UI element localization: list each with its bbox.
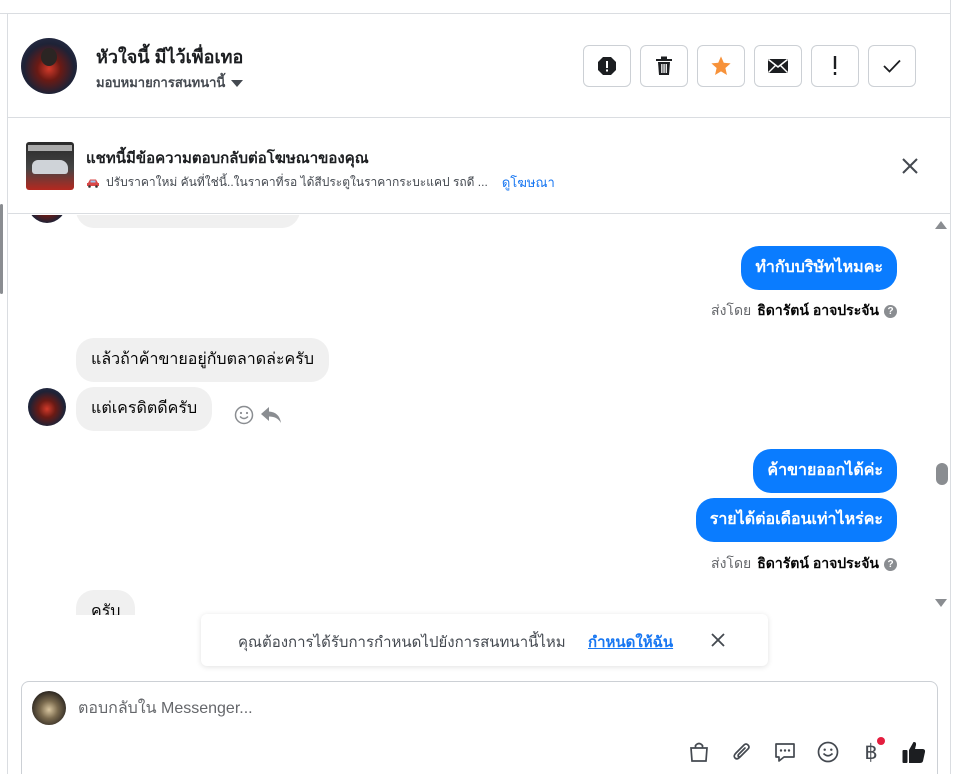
assign-conversation-dropdown[interactable]: มอบหมายการสนทนานี้ (96, 72, 244, 93)
outgoing-message[interactable]: ทำกับบริษัทไหมคะ (741, 246, 897, 290)
conversation-toolbar (583, 45, 916, 87)
incoming-message-partial[interactable]: ครับ (76, 590, 136, 615)
mark-unread-button[interactable] (754, 45, 802, 87)
ad-banner-title: แชทนี้มีข้อความตอบกลับต่อโฆษณาของคุณ (86, 150, 369, 167)
reply-input[interactable] (78, 696, 898, 722)
toast-close-button[interactable] (708, 630, 728, 650)
sent-by-line: ส่งโดย ธิดารัตน์ อาจประจัน ? (711, 553, 897, 575)
paperclip-icon (733, 743, 750, 760)
chat-bubble-icon (775, 743, 795, 762)
star-button[interactable] (697, 45, 745, 87)
payment-button[interactable]: ฿ (856, 737, 886, 767)
contact-message-avatar[interactable] (28, 388, 66, 426)
assign-to-me-link[interactable]: กำหนดให้ฉัน (588, 630, 673, 654)
conversation-header: หัวใจนี้ มีไว้เพื่อเทอ มอบหมายการสนทนานี… (8, 14, 950, 118)
sent-by-label: ส่งโดย (711, 555, 752, 571)
emoji-button[interactable] (813, 737, 843, 767)
page-avatar (32, 691, 66, 725)
message-thread[interactable]: ทำกับบริษัทไหมคะ ส่งโดย ธิดารัตน์ อาจประ… (8, 215, 950, 615)
like-button[interactable] (899, 737, 929, 767)
assign-prompt-text: คุณต้องการได้รับการกำหนดไปยังการสนทนานี้… (238, 634, 566, 651)
sent-by-name[interactable]: ธิดารัตน์ อาจประจัน (757, 553, 879, 575)
contact-name[interactable]: หัวใจนี้ มีไว้เพื่อเทอ (96, 42, 243, 71)
thumbs-up-icon (902, 741, 926, 763)
contact-message-avatar[interactable] (28, 215, 66, 223)
caret-down-icon (231, 80, 244, 88)
window-top-edge (0, 0, 958, 14)
ad-banner-close-button[interactable] (898, 154, 922, 178)
message-actions (234, 405, 282, 425)
help-icon[interactable]: ? (884, 557, 897, 571)
smiley-react-icon[interactable] (234, 405, 254, 425)
trash-icon (656, 56, 672, 75)
follow-up-button[interactable] (811, 45, 859, 87)
scroll-down-arrow[interactable] (935, 599, 947, 607)
checkmark-icon (883, 59, 901, 73)
ad-thumbnail[interactable] (26, 142, 74, 190)
shop-button[interactable] (684, 737, 714, 767)
reply-icon[interactable] (260, 405, 282, 425)
ad-thumbnail-banner (28, 145, 72, 151)
conversation-scrollbar-thumb[interactable] (936, 463, 948, 485)
help-icon[interactable]: ? (884, 304, 897, 318)
incoming-message-clipped[interactable] (76, 215, 300, 228)
attach-button[interactable] (727, 737, 757, 767)
baht-icon: ฿ (864, 740, 878, 764)
outgoing-message[interactable]: รายได้ต่อเดือนเท่าไหร่คะ (695, 498, 897, 542)
notification-dot (877, 737, 885, 745)
spam-button[interactable] (583, 45, 631, 87)
ad-reply-banner: แชทนี้มีข้อความตอบกลับต่อโฆษณาของคุณ ปรั… (8, 118, 950, 214)
shopping-bag-icon (690, 742, 708, 762)
view-ad-link[interactable]: ดูโฆษณา (502, 172, 555, 193)
scroll-up-arrow[interactable] (935, 221, 947, 229)
ad-thumbnail-car (32, 160, 68, 174)
incoming-message[interactable]: แต่เครดิตดีครับ (76, 387, 213, 431)
outgoing-message[interactable]: ค้าขายออกได้ค่ะ (753, 449, 897, 493)
envelope-icon (768, 58, 788, 73)
mark-done-button[interactable] (868, 45, 916, 87)
close-icon (902, 158, 918, 174)
left-panel-scrollbar[interactable] (0, 204, 3, 294)
right-window-edge (950, 0, 958, 774)
sent-by-line: ส่งโดย ธิดารัตน์ อาจประจัน ? (711, 300, 897, 322)
ad-banner-description: ปรับราคาใหม่ คันที่ใช่นี้..ในราคาที่รอ ไ… (86, 172, 555, 193)
car-emoji-icon (87, 179, 99, 188)
contact-avatar[interactable] (21, 38, 77, 94)
saved-replies-button[interactable] (770, 737, 800, 767)
sent-by-label: ส่งโดย (711, 302, 752, 318)
assign-conversation-label: มอบหมายการสนทนานี้ (96, 75, 226, 90)
left-panel-edge (0, 14, 8, 774)
incoming-message[interactable]: แล้วถ้าค้าขายอยู่กับตลาดล่ะครับ (76, 338, 330, 382)
delete-button[interactable] (640, 45, 688, 87)
composer-toolbar: ฿ (684, 737, 929, 767)
sent-by-name[interactable]: ธิดารัตน์ อาจประจัน (757, 300, 879, 322)
ad-description-text: ปรับราคาใหม่ คันที่ใช่นี้..ในราคาที่รอ ไ… (106, 175, 488, 189)
star-icon (711, 56, 731, 75)
reply-composer: ฿ (21, 681, 938, 774)
assign-prompt-toast: คุณต้องการได้รับการกำหนดไปยังการสนทนานี้… (201, 614, 768, 666)
smiley-icon (817, 741, 839, 763)
exclamation-icon (833, 56, 837, 75)
close-icon (711, 633, 725, 647)
exclamation-octagon-icon (598, 57, 616, 75)
